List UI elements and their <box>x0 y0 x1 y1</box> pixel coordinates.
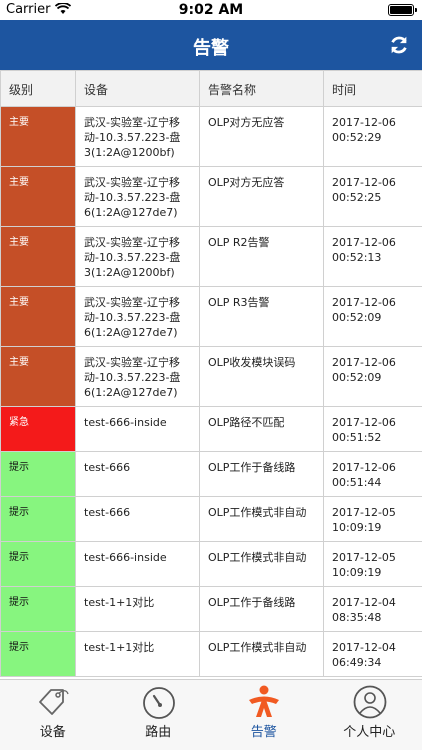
page-title: 告警 <box>193 38 229 59</box>
tag-icon <box>39 689 69 715</box>
device-cell: test-1+1对比 <box>75 586 200 632</box>
alarm-name-cell: OLP对方无应答 <box>199 166 324 227</box>
alarm-name-cell: OLP工作模式非自动 <box>199 541 324 587</box>
column-header-time: 时间 <box>323 70 422 107</box>
alarm-table[interactable]: 级别 设备 告警名称 时间 主要 武汉-实验室-辽宁移动-10.3.57.223… <box>0 70 422 679</box>
alarm-name-cell: OLP R3告警 <box>199 286 324 347</box>
tab-profile[interactable]: 个人中心 <box>317 680 422 750</box>
alarm-name-cell: OLP对方无应答 <box>199 106 324 167</box>
alarm-name-cell: OLP工作于备线路 <box>199 586 324 632</box>
table-row[interactable]: 提示 test-1+1对比 OLP工作模式非自动 2017-12-04 06:4… <box>0 631 422 677</box>
table-row[interactable]: 紧急 test-666-inside OLP路径不匹配 2017-12-06 0… <box>0 406 422 452</box>
alarm-name-cell: OLP路径不匹配 <box>199 406 324 452</box>
device-cell: 武汉-实验室-辽宁移动-10.3.57.223-盘6(1:2A@127de7) <box>75 346 200 407</box>
tab-label: 路由 <box>145 725 172 740</box>
level-badge: 提示 <box>0 631 76 677</box>
device-cell: test-666-inside <box>75 406 200 452</box>
status-time: 9:02 AM <box>178 2 244 18</box>
device-cell: test-666-inside <box>75 541 200 587</box>
table-row[interactable]: 提示 test-666 OLP工作模式非自动 2017-12-05 10:09:… <box>0 496 422 542</box>
level-badge: 主要 <box>0 346 76 407</box>
time-cell: 2017-12-04 06:49:34 <box>323 631 422 677</box>
alarm-person-icon <box>249 685 279 717</box>
column-header-level: 级别 <box>0 70 76 107</box>
alarm-name-cell: OLP工作于备线路 <box>199 451 324 497</box>
refresh-icon[interactable] <box>388 34 410 56</box>
time-cell: 2017-12-05 10:09:19 <box>323 541 422 587</box>
column-header-device: 设备 <box>75 70 200 107</box>
table-row[interactable]: 主要 武汉-实验室-辽宁移动-10.3.57.223-盘6(1:2A@127de… <box>0 346 422 407</box>
table-row[interactable]: 提示 test-1+1对比 OLP工作于备线路 2017-12-04 08:35… <box>0 586 422 632</box>
time-cell: 2017-12-04 08:35:48 <box>323 586 422 632</box>
device-cell: test-666 <box>75 496 200 542</box>
table-header: 级别 设备 告警名称 时间 <box>0 70 422 107</box>
level-badge: 提示 <box>0 541 76 587</box>
alarm-name-cell: OLP收发模块误码 <box>199 346 324 407</box>
alarm-name-cell: OLP工作模式非自动 <box>199 496 324 542</box>
time-cell: 2017-12-06 00:52:29 <box>323 106 422 167</box>
battery-icon <box>388 4 417 16</box>
user-icon <box>353 685 386 719</box>
level-badge: 提示 <box>0 586 76 632</box>
status-bar: Carrier 9:02 AM <box>0 0 422 20</box>
tab-bar: 设备 路由 告警 个人中心 <box>0 679 422 750</box>
time-cell: 2017-12-06 00:51:44 <box>323 451 422 497</box>
device-cell: test-666 <box>75 451 200 497</box>
device-cell: 武汉-实验室-辽宁移动-10.3.57.223-盘6(1:2A@127de7) <box>75 286 200 347</box>
column-header-alarm-name: 告警名称 <box>199 70 324 107</box>
device-cell: test-1+1对比 <box>75 631 200 677</box>
table-row[interactable]: 主要 武汉-实验室-辽宁移动-10.3.57.223-盘6(1:2A@127de… <box>0 166 422 227</box>
table-row[interactable]: 主要 武汉-实验室-辽宁移动-10.3.57.223-盘3(1:2A@1200b… <box>0 226 422 287</box>
level-badge: 提示 <box>0 496 76 542</box>
time-cell: 2017-12-06 00:52:25 <box>323 166 422 227</box>
alarm-name-cell: OLP工作模式非自动 <box>199 631 324 677</box>
time-cell: 2017-12-06 00:52:09 <box>323 346 422 407</box>
nav-bar: 告警 <box>0 20 422 70</box>
table-row[interactable]: 提示 test-666 OLP工作于备线路 2017-12-06 00:51:4… <box>0 451 422 497</box>
level-badge: 紧急 <box>0 406 76 452</box>
tab-label: 个人中心 <box>343 725 396 740</box>
level-badge: 主要 <box>0 226 76 287</box>
tab-devices[interactable]: 设备 <box>0 680 106 750</box>
tab-label: 告警 <box>250 725 277 740</box>
alarm-name-cell: OLP R2告警 <box>199 226 324 287</box>
device-cell: 武汉-实验室-辽宁移动-10.3.57.223-盘3(1:2A@1200bf) <box>75 226 200 287</box>
level-badge: 主要 <box>0 166 76 227</box>
table-row[interactable]: 主要 武汉-实验室-辽宁移动-10.3.57.223-盘6(1:2A@127de… <box>0 286 422 347</box>
tab-routes[interactable]: 路由 <box>106 680 212 750</box>
time-cell: 2017-12-06 00:52:13 <box>323 226 422 287</box>
time-cell: 2017-12-05 10:09:19 <box>323 496 422 542</box>
level-badge: 主要 <box>0 286 76 347</box>
gauge-icon <box>142 687 175 719</box>
level-badge: 主要 <box>0 106 76 167</box>
device-cell: 武汉-实验室-辽宁移动-10.3.57.223-盘3(1:2A@1200bf) <box>75 106 200 167</box>
level-badge: 提示 <box>0 451 76 497</box>
table-row[interactable]: 主要 武汉-实验室-辽宁移动-10.3.57.223-盘3(1:2A@1200b… <box>0 106 422 167</box>
device-cell: 武汉-实验室-辽宁移动-10.3.57.223-盘6(1:2A@127de7) <box>75 166 200 227</box>
tab-alarms[interactable]: 告警 <box>211 680 317 750</box>
time-cell: 2017-12-06 00:51:52 <box>323 406 422 452</box>
tab-label: 设备 <box>39 725 66 740</box>
time-cell: 2017-12-06 00:52:09 <box>323 286 422 347</box>
table-row[interactable]: 提示 test-666-inside OLP工作模式非自动 2017-12-05… <box>0 541 422 587</box>
